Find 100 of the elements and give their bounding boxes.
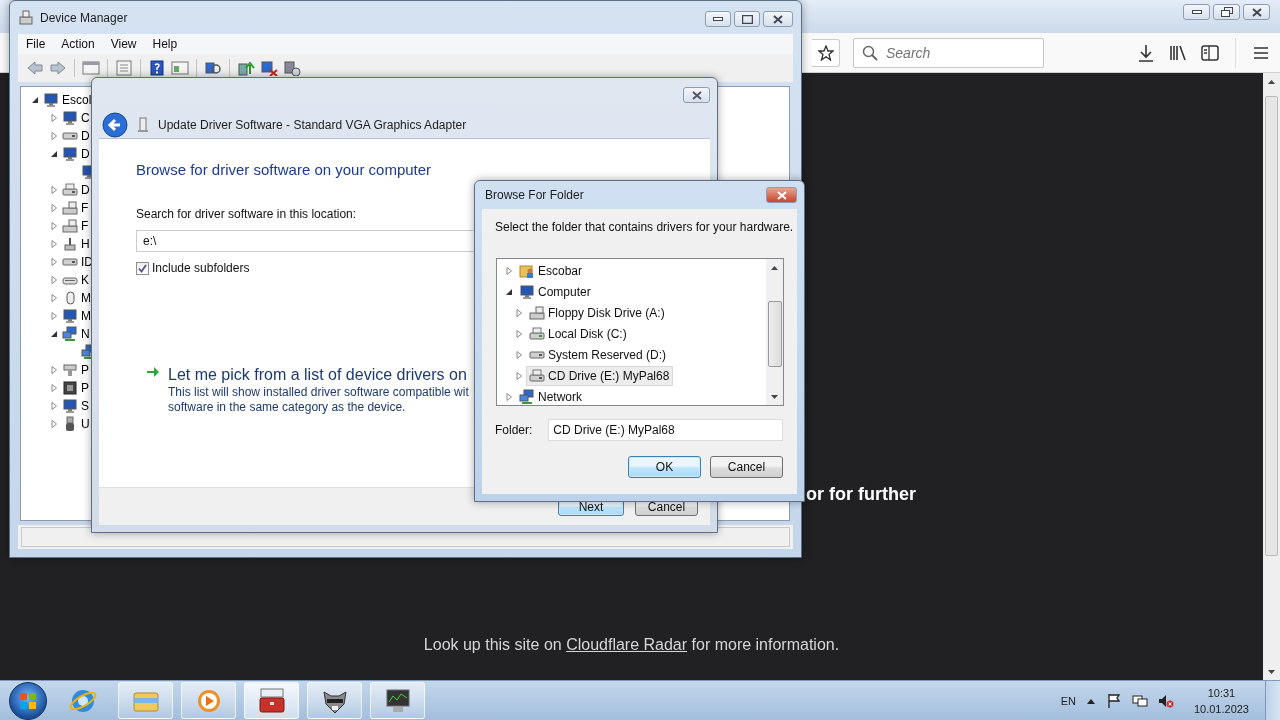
language-indicator[interactable]: EN	[1060, 694, 1076, 707]
minimize-icon	[1191, 10, 1202, 14]
ok-button[interactable]: OK	[628, 456, 701, 478]
folder-field[interactable]: CD Drive (E:) MyPal68	[548, 419, 784, 441]
taskbar-app-button[interactable]	[370, 682, 425, 719]
tree-item-label[interactable]: M	[81, 291, 91, 305]
tree-item-label[interactable]: F	[81, 219, 89, 233]
properties-icon	[115, 60, 133, 76]
cloudflare-radar-link[interactable]: Cloudflare Radar	[566, 636, 688, 653]
checkbox[interactable]	[136, 261, 149, 275]
expand-arrow-icon[interactable]	[504, 265, 514, 276]
expand-arrow-icon[interactable]	[49, 275, 59, 285]
tree-item-label[interactable]: M	[81, 309, 91, 323]
minimize-icon	[713, 17, 723, 21]
tree-item-label[interactable]: U	[81, 417, 90, 431]
collapse-arrow-icon[interactable]	[49, 149, 59, 159]
search-input[interactable]: Search	[884, 43, 1024, 62]
expand-arrow-icon[interactable]	[514, 328, 524, 339]
port-icon	[62, 362, 78, 378]
back-button[interactable]	[102, 111, 128, 138]
dialog-heading: Browse for driver software on your computer	[136, 160, 433, 180]
tree-item-label[interactable]: Escol	[62, 93, 92, 107]
expand-arrow-icon[interactable]	[49, 311, 59, 321]
taskbar-app-button[interactable]	[307, 682, 362, 719]
expand-arrow-icon[interactable]	[49, 401, 59, 411]
close-button[interactable]	[1243, 4, 1270, 20]
tree-item-label[interactable]: K	[81, 273, 89, 287]
disable-device-icon	[283, 60, 301, 76]
expand-arrow-icon[interactable]	[49, 365, 59, 375]
expand-arrow-icon[interactable]	[49, 203, 59, 213]
tree-item-label[interactable]: S	[81, 399, 89, 413]
collapse-arrow-icon[interactable]	[30, 95, 40, 105]
maximize-icon	[741, 14, 753, 24]
tree-item-label[interactable]: C	[81, 111, 90, 125]
expand-arrow-icon[interactable]	[49, 113, 59, 123]
tree-item-label[interactable]: D	[81, 129, 90, 143]
expand-arrow-icon[interactable]	[49, 221, 59, 231]
menu-item[interactable]: View	[102, 37, 145, 51]
folder-tree-item[interactable]: CD Drive (E:) MyPal68	[526, 365, 674, 386]
folder-tree-item[interactable]: Floppy Disk Drive (A:)	[526, 302, 669, 323]
drive-icon	[62, 132, 78, 140]
clock-time[interactable]: 10:31	[1207, 684, 1236, 701]
scroll-down-icon	[1268, 669, 1275, 674]
monitor-icon	[62, 146, 78, 162]
star-icon	[817, 44, 834, 61]
folder-tree-item[interactable]: Computer	[516, 281, 595, 302]
folder-tree-item[interactable]: System Reserved (D:)	[526, 345, 671, 364]
checkbox-label[interactable]: Include subfolders	[152, 261, 250, 275]
close-icon	[773, 14, 783, 24]
folder-tree-item[interactable]: Escobar	[516, 260, 587, 281]
processor-icon	[62, 380, 78, 396]
close-button[interactable]	[763, 11, 793, 27]
scan-hardware-icon	[204, 60, 222, 76]
expand-arrow-icon[interactable]	[49, 239, 59, 249]
menu-item[interactable]: File	[18, 37, 54, 51]
tree-item-label[interactable]: D	[81, 183, 90, 197]
expand-arrow-icon[interactable]	[514, 370, 524, 381]
taskbar-app-button[interactable]	[244, 682, 299, 719]
close-button[interactable]	[683, 87, 710, 103]
expand-arrow-icon[interactable]	[49, 257, 59, 267]
expand-arrow-icon[interactable]	[49, 293, 59, 303]
menu-item[interactable]: Help	[144, 37, 186, 51]
field-label: Search for driver software in this location:	[136, 207, 358, 221]
expand-arrow-icon[interactable]	[49, 419, 59, 429]
expand-arrow-icon[interactable]	[49, 383, 59, 393]
tree-item-label[interactable]: H	[81, 237, 90, 251]
tree-item-label[interactable]: F	[81, 201, 89, 215]
scrollbar[interactable]	[1263, 73, 1280, 680]
maximize-button[interactable]	[734, 11, 760, 27]
expand-arrow-icon[interactable]	[49, 131, 59, 141]
forward-arrow-icon	[49, 60, 67, 76]
expand-arrow-icon[interactable]	[49, 185, 59, 195]
tree-item-label[interactable]: D	[81, 147, 90, 161]
start-button[interactable]	[9, 681, 47, 720]
drive-icon	[62, 258, 78, 266]
expand-arrow-icon[interactable]	[514, 349, 524, 360]
joystick-icon	[62, 236, 78, 252]
tree-item-label[interactable]: N	[81, 327, 90, 341]
scrollbar[interactable]	[766, 259, 783, 405]
folder-tree-item[interactable]: Network	[516, 386, 586, 407]
monitor-icon	[62, 110, 78, 126]
cancel-button[interactable]: Cancel	[710, 456, 783, 478]
restore-button[interactable]	[1213, 4, 1240, 20]
expand-arrow-icon[interactable]	[514, 307, 524, 318]
tree-item-label[interactable]: P	[81, 363, 89, 377]
show-desktop-button[interactable]	[1265, 680, 1280, 720]
tree-item-label[interactable]: P	[81, 381, 89, 395]
pick-driver-link[interactable]: Let me pick from a list of device drivers on	[168, 365, 469, 385]
network-icon	[62, 326, 78, 342]
clock-date[interactable]: 10.01.2023	[1193, 700, 1249, 717]
minimize-button[interactable]	[705, 11, 731, 27]
bookmark-button[interactable]	[812, 38, 840, 67]
minimize-button[interactable]	[1183, 4, 1210, 20]
close-button[interactable]	[766, 187, 797, 203]
search-field[interactable]: Search	[853, 37, 1044, 68]
expand-arrow-icon[interactable]	[504, 391, 514, 402]
menu-item[interactable]: Action	[53, 37, 103, 51]
folder-tree-item[interactable]: Local Disk (C:)	[526, 323, 631, 344]
option-description: This list will show installed driver software compatible wit	[168, 385, 469, 400]
collapse-arrow-icon[interactable]	[49, 329, 59, 339]
